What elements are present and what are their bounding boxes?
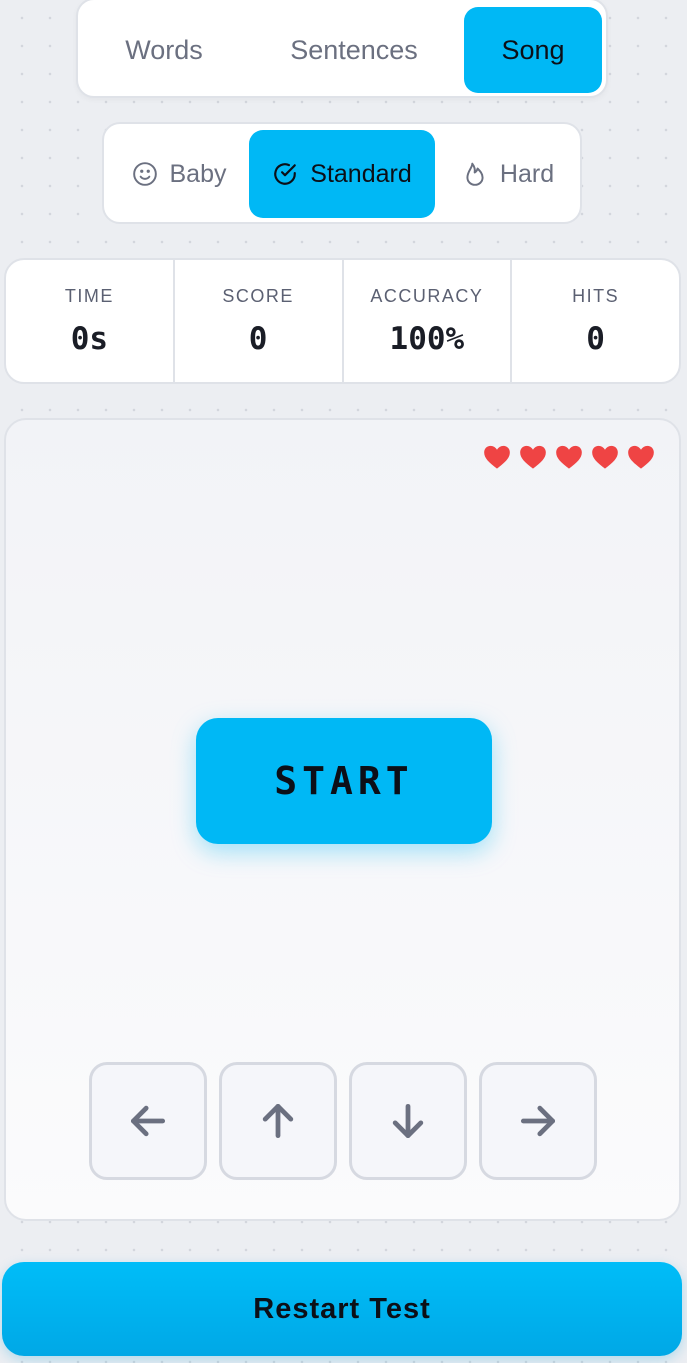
stat-hits-label: HITS: [572, 285, 620, 306]
arrow-right-key[interactable]: [479, 1062, 597, 1180]
stat-hits: HITS 0: [512, 260, 679, 382]
difficulty-baby-button[interactable]: Baby: [114, 130, 244, 218]
arrow-up-icon: [262, 1103, 294, 1139]
heart-icon: [628, 445, 654, 469]
lives-indicator: [483, 444, 655, 470]
flame-icon: [466, 162, 484, 186]
stat-time-value: 0s: [70, 320, 109, 357]
arrow-up-key[interactable]: [219, 1062, 337, 1180]
difficulty-standard-label: Standard: [310, 159, 412, 188]
arrow-down-icon: [392, 1103, 424, 1139]
heart-icon: [556, 445, 582, 469]
restart-test-button[interactable]: Restart Test: [2, 1262, 682, 1356]
start-button[interactable]: START: [196, 718, 492, 844]
stat-accuracy: ACCURACY 100%: [344, 260, 513, 382]
stat-score-label: SCORE: [222, 285, 294, 306]
stat-time: TIME 0s: [6, 260, 175, 382]
mode-words-button[interactable]: Words: [86, 7, 242, 93]
arrow-down-key[interactable]: [349, 1062, 467, 1180]
difficulty-hard-label: Hard: [499, 159, 555, 188]
arrow-left-key[interactable]: [89, 1062, 207, 1180]
mode-song-button[interactable]: Song: [464, 7, 602, 93]
stats-panel: TIME 0s SCORE 0 ACCURACY 100% HITS 0: [4, 258, 681, 384]
arrow-right-icon: [520, 1105, 556, 1137]
game-panel: START: [4, 418, 681, 1221]
stat-score-value: 0: [248, 320, 268, 357]
stat-hits-value: 0: [586, 320, 605, 357]
difficulty-baby-label: Baby: [169, 159, 227, 188]
smiley-icon: [132, 162, 157, 186]
heart-icon: [592, 445, 618, 469]
check-circle-icon: [274, 163, 297, 185]
stat-accuracy-value: 100%: [389, 320, 465, 357]
heart-icon: [484, 445, 510, 469]
mode-selector: Words Sentences Song: [76, 0, 608, 98]
heart-icon: [520, 445, 546, 469]
difficulty-hard-button[interactable]: Hard: [444, 130, 572, 218]
mode-sentences-button[interactable]: Sentences: [268, 7, 440, 93]
stat-score: SCORE 0: [175, 260, 344, 382]
difficulty-selector: Baby Standard Hard: [102, 122, 582, 224]
arrow-left-icon: [130, 1105, 166, 1137]
stat-time-label: TIME: [64, 285, 114, 306]
stat-accuracy-label: ACCURACY: [370, 285, 484, 306]
difficulty-standard-button[interactable]: Standard: [249, 130, 435, 218]
